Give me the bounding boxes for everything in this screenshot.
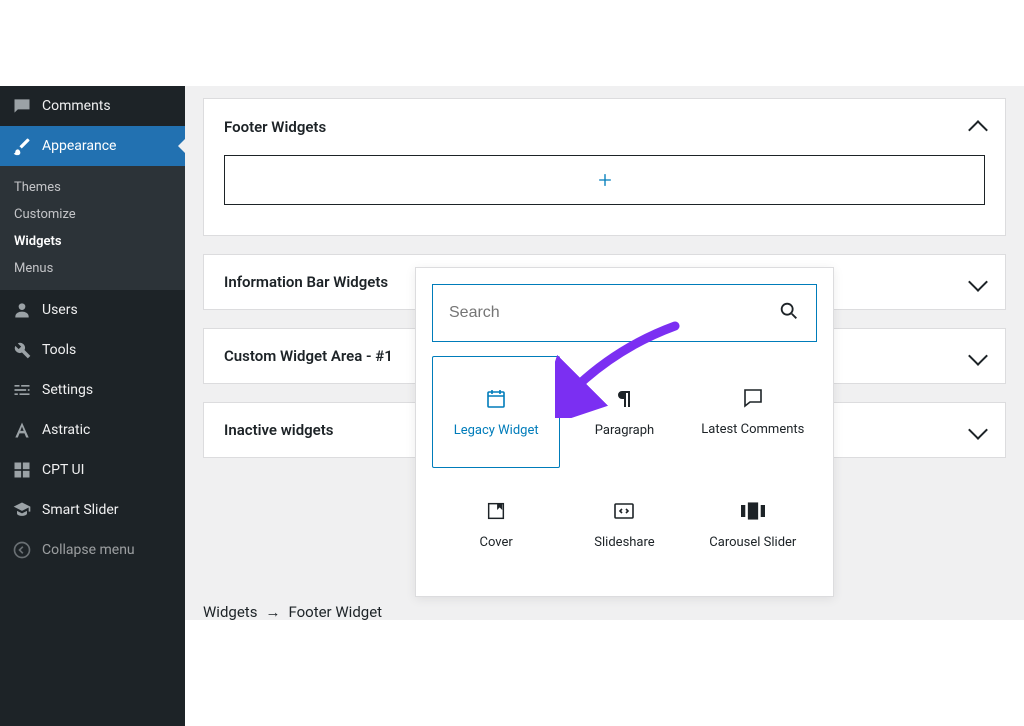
block-label: Slideshare (594, 535, 654, 550)
panel-title: Footer Widgets (224, 118, 326, 136)
sidebar-item-comments[interactable]: Comments (0, 86, 185, 126)
block-inserter-popover: Legacy Widget Paragraph Latest Comments … (415, 267, 834, 597)
panel-title: Custom Widget Area - #1 (224, 347, 393, 365)
breadcrumb-root[interactable]: Widgets (203, 603, 257, 621)
sidebar-item-label: Settings (42, 382, 93, 398)
block-label: Latest Comments (701, 422, 804, 438)
panel-title: Inactive widgets (224, 421, 334, 439)
submenu-item-customize[interactable]: Customize (0, 201, 185, 228)
wrench-icon (12, 340, 32, 360)
breadcrumb-child[interactable]: Footer Widget (288, 603, 382, 621)
cap-icon (12, 500, 32, 520)
chevron-down-icon (968, 420, 988, 440)
sidebar-item-label: Smart Slider (42, 502, 119, 518)
collapse-icon (12, 540, 32, 560)
block-legacy-widget[interactable]: Legacy Widget (432, 356, 560, 468)
user-icon (12, 300, 32, 320)
grid-icon (12, 460, 32, 480)
admin-sidebar: Comments Appearance Themes Customize Wid… (0, 86, 185, 726)
submenu-item-menus[interactable]: Menus (0, 255, 185, 282)
sidebar-item-collapse[interactable]: Collapse menu (0, 530, 185, 570)
chevron-down-icon (968, 272, 988, 292)
sidebar-item-smartslider[interactable]: Smart Slider (0, 490, 185, 530)
sidebar-item-label: Appearance (42, 138, 116, 154)
sidebar-item-label: Astratic (42, 422, 90, 438)
sidebar-item-label: CPT UI (42, 462, 84, 478)
sidebar-item-users[interactable]: Users (0, 290, 185, 330)
sidebar-item-appearance[interactable]: Appearance (0, 126, 185, 166)
block-label: Paragraph (595, 423, 654, 438)
comment-icon (12, 96, 32, 116)
sidebar-item-tools[interactable]: Tools (0, 330, 185, 370)
block-label: Carousel Slider (709, 535, 796, 550)
arrow-right-icon: → (265, 603, 280, 621)
sidebar-item-settings[interactable]: Settings (0, 370, 185, 410)
block-cover[interactable]: Cover (432, 468, 560, 580)
code-box-icon (612, 499, 636, 523)
cover-icon (484, 499, 508, 523)
search-field-wrapper (432, 284, 817, 342)
sidebar-item-astratic[interactable]: Astratic (0, 410, 185, 450)
sidebar-item-label: Collapse menu (42, 542, 135, 558)
panel-header[interactable]: Footer Widgets (204, 99, 1005, 155)
comment-outline-icon (741, 386, 765, 410)
block-latest-comments[interactable]: Latest Comments (689, 356, 817, 468)
carousel-icon (741, 499, 765, 523)
sliders-icon (12, 380, 32, 400)
calendar-icon (484, 387, 508, 411)
chevron-down-icon (968, 346, 988, 366)
blocks-grid: Legacy Widget Paragraph Latest Comments … (432, 356, 817, 580)
letter-a-icon (12, 420, 32, 440)
block-carousel-slider[interactable]: Carousel Slider (689, 468, 817, 580)
panel-body (204, 155, 1005, 235)
breadcrumb: Widgets → Footer Widget (203, 600, 1006, 624)
plus-icon (595, 170, 615, 190)
block-label: Legacy Widget (454, 423, 539, 438)
block-slideshare[interactable]: Slideshare (560, 468, 688, 580)
brush-icon (12, 136, 32, 156)
sidebar-item-label: Comments (42, 98, 111, 114)
pilcrow-icon (612, 387, 636, 411)
block-label: Cover (480, 535, 513, 550)
submenu-item-themes[interactable]: Themes (0, 174, 185, 201)
panel-footer-widgets: Footer Widgets (203, 98, 1006, 236)
block-paragraph[interactable]: Paragraph (560, 356, 688, 468)
search-icon[interactable] (778, 300, 800, 326)
add-block-button[interactable] (224, 155, 985, 205)
sidebar-item-label: Users (42, 302, 78, 318)
sidebar-item-cptui[interactable]: CPT UI (0, 450, 185, 490)
appearance-submenu: Themes Customize Widgets Menus (0, 166, 185, 290)
search-input[interactable] (449, 304, 778, 322)
chevron-up-icon (968, 120, 988, 140)
panel-title: Information Bar Widgets (224, 273, 388, 291)
submenu-item-widgets[interactable]: Widgets (0, 228, 185, 255)
sidebar-item-label: Tools (42, 342, 76, 358)
